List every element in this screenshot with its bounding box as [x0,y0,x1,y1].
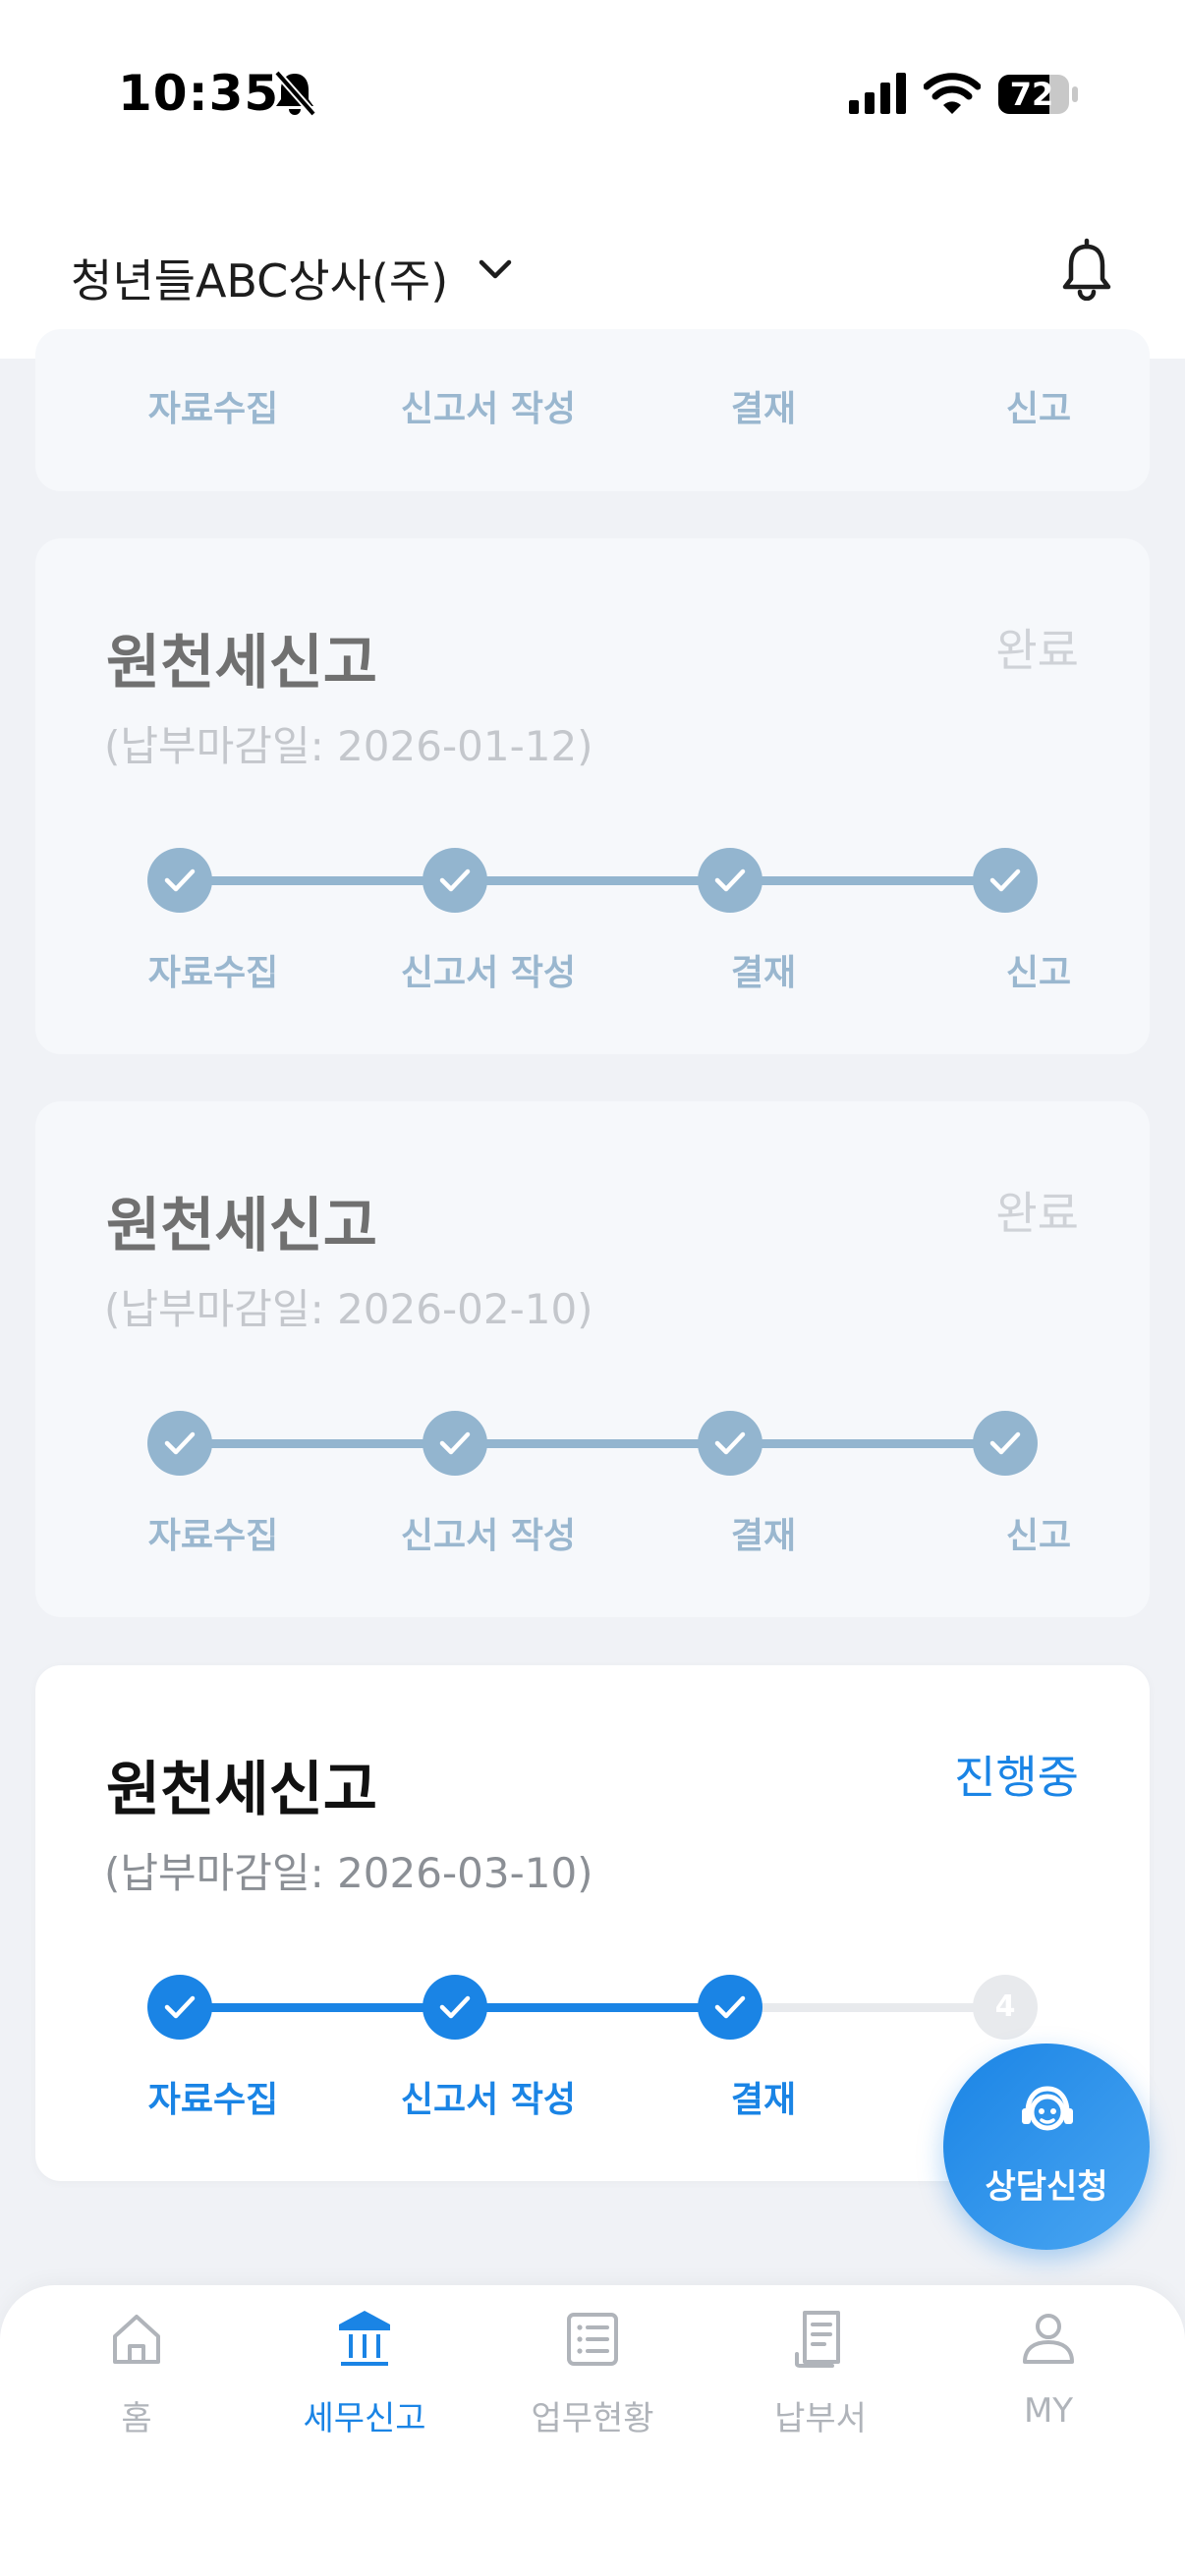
step-label-approval: 결재 [730,389,797,429]
chevron-down-icon[interactable] [478,257,513,283]
check-icon [439,868,471,892]
tax-filing-card[interactable]: 원천세신고 완료 (납부마감일: 2026-01-12) 자료수집 신고서 작성… [35,538,1150,1054]
step-label-draft: 신고서 작성 [400,953,577,993]
nav-label: 업무현황 [531,2399,654,2438]
nav-item-home[interactable]: 홈 [24,2307,250,2444]
step-complete [698,1411,762,1476]
nav-item-tax-filing[interactable]: 세무신고 [252,2307,478,2444]
deadline-text: (납부마감일: 2026-03-10) [104,1849,593,1897]
check-icon [989,1431,1021,1455]
step-complete [698,848,762,913]
headset-icon [1022,2086,1073,2131]
step-complete [973,848,1038,913]
nav-item-work-status[interactable]: 업무현황 [480,2307,705,2444]
notification-bell-icon[interactable] [1059,238,1114,301]
nav-label: 홈 [121,2399,152,2438]
step-label-file: 신고 [1005,1516,1072,1556]
status-badge: 완료 [995,624,1079,677]
check-icon [164,1995,196,2019]
bell-off-icon [273,70,317,117]
progress-track [179,876,1004,885]
step-number: 4 [994,1989,1016,2024]
progress-track-pending [729,2003,1004,2012]
step-label-draft: 신고서 작성 [400,2080,577,2120]
step-label-collect: 자료수집 [147,2080,279,2120]
step-label-file: 신고 [1005,389,1072,429]
status-badge: 진행중 [954,1751,1079,1804]
check-icon [714,868,746,892]
step-label-approval: 결재 [730,953,797,993]
nav-label: 납부서 [774,2399,867,2438]
cellular-signal-icon [849,73,906,114]
person-icon [1023,2314,1074,2364]
check-icon [439,1995,471,2019]
step-label-approval: 결재 [730,1516,797,1556]
step-complete [698,1975,762,2040]
step-complete [423,848,487,913]
consult-request-button[interactable]: 상담신청 [943,2044,1150,2250]
list-icon [567,2313,618,2366]
check-icon [164,868,196,892]
check-icon [714,1431,746,1455]
status-badge: 완료 [995,1187,1079,1240]
battery-level: 72 [1009,76,1054,113]
step-label-collect: 자료수집 [147,953,279,993]
step-complete [147,1411,212,1476]
company-selector[interactable]: 청년들ABC상사(주) [71,246,448,310]
progress-track [179,1439,1004,1448]
step-complete [147,848,212,913]
step-label-approval: 결재 [730,2080,797,2120]
receipt-icon [795,2311,840,2368]
card-title: 원천세신고 [106,629,377,698]
step-complete [973,1411,1038,1476]
status-bar: 10:35 72 [0,0,1185,196]
check-icon [439,1431,471,1455]
nav-item-payment-slip[interactable]: 납부서 [707,2307,933,2444]
nav-item-my[interactable]: MY [935,2307,1161,2444]
step-label-collect: 자료수집 [147,389,279,429]
step-label-file: 신고 [1005,953,1072,993]
consult-request-label: 상담신청 [985,2167,1108,2207]
wifi-icon [924,73,981,114]
card-title: 원천세신고 [106,1192,377,1260]
step-complete [423,1411,487,1476]
step-complete [423,1975,487,2040]
step-pending: 4 [973,1975,1038,2040]
home-icon [113,2315,160,2364]
step-label-draft: 신고서 작성 [400,1516,577,1556]
status-time: 10:35 [118,65,280,122]
check-icon [714,1995,746,2019]
deadline-text: (납부마감일: 2026-02-10) [104,1285,593,1333]
step-complete [147,1975,212,2040]
step-label-collect: 자료수집 [147,1516,279,1556]
bank-icon [339,2311,390,2366]
card-title: 원천세신고 [106,1756,377,1824]
nav-label: 세무신고 [303,2399,426,2438]
step-label-draft: 신고서 작성 [400,389,577,429]
check-icon [164,1431,196,1455]
tax-filing-card[interactable]: 자료수집 신고서 작성 결재 신고 [35,329,1150,491]
nav-label: MY [1023,2391,1074,2431]
tax-filing-card[interactable]: 원천세신고 완료 (납부마감일: 2026-02-10) 자료수집 신고서 작성… [35,1101,1150,1617]
check-icon [989,868,1021,892]
deadline-text: (납부마감일: 2026-01-12) [104,722,593,770]
